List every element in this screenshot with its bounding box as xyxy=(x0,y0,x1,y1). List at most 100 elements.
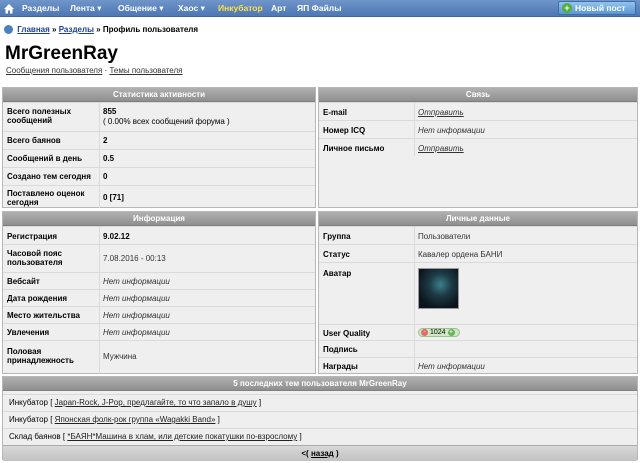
breadcrumb-separator: » xyxy=(96,25,101,34)
plus-icon: + xyxy=(562,3,572,13)
links-separator: · xyxy=(104,66,108,75)
stat-value: 0.5 xyxy=(103,154,115,163)
personal-label: Подпись xyxy=(323,345,358,354)
info-row: Половая принадлежность Мужчина xyxy=(3,340,315,374)
bracket: [ xyxy=(48,398,55,407)
stat-label: Создано тем сегодня xyxy=(7,172,91,181)
personal-label: Аватар xyxy=(323,269,352,278)
stat-row: Поставлено оценок сегодня 0 [71] xyxy=(3,185,315,208)
info-value: Нет информации xyxy=(103,328,170,337)
stat-row: Создано тем сегодня 0 xyxy=(3,167,315,185)
info-label: Место жительства xyxy=(7,311,80,320)
back-prefix: <( xyxy=(301,449,311,458)
nav-item-files[interactable]: ЯП Файлы xyxy=(297,0,341,17)
info-label: Вебсайт xyxy=(7,277,40,286)
personal-row: Аватар xyxy=(319,262,637,324)
home-icon[interactable] xyxy=(3,3,15,14)
info-row: Увлечения Нет информации xyxy=(3,323,315,340)
avatar xyxy=(418,268,459,309)
topic-section: Инкубатор xyxy=(9,415,48,424)
topic-section: Склад баянов xyxy=(9,432,61,441)
bracket: ] xyxy=(297,432,302,441)
back-bar: <( назад ) xyxy=(3,445,637,461)
back-suffix: ) xyxy=(333,449,339,458)
stat-label: Сообщений в день xyxy=(7,154,82,163)
info-value: 7.08.2016 - 00:13 xyxy=(103,254,166,263)
personal-label: Группа xyxy=(323,232,351,241)
stat-value: 0 [71] xyxy=(103,193,124,202)
info-row: Вебсайт Нет информации xyxy=(3,272,315,289)
top-navigation-bar: Разделы Лента ▾ Общение ▾ Хаос ▾ Инкубат… xyxy=(0,0,640,17)
info-row: Дата рождения Нет информации xyxy=(3,289,315,306)
info-value: Нет информации xyxy=(103,277,170,286)
nav-item-incubator[interactable]: Инкубатор xyxy=(218,0,263,17)
user-quality-value: 1024 xyxy=(430,329,446,336)
stat-row: Всего полезных сообщений 855 ( 0.00% все… xyxy=(3,102,315,131)
list-item: Склад баянов [ *БАЯН*Машина в хлам, или … xyxy=(3,428,637,445)
user-quality-badge: -1024 + xyxy=(418,328,460,337)
contact-panel: Связь E-mail Отправить Номер ICQ Нет инф… xyxy=(318,87,638,208)
rate-up-button[interactable]: + xyxy=(447,329,455,336)
personal-label: Статус xyxy=(323,250,350,259)
nav-item-sections[interactable]: Разделы xyxy=(22,0,59,17)
send-email-link[interactable]: Отправить xyxy=(418,108,464,117)
info-row: Место жительства Нет информации xyxy=(3,306,315,323)
info-label: Дата рождения xyxy=(7,294,68,303)
stat-label: Поставлено оценок сегодня xyxy=(7,189,85,207)
profile-links: Сообщения пользователя · Темы пользовате… xyxy=(6,66,182,75)
contact-row: E-mail Отправить xyxy=(319,102,637,120)
info-value: Нет информации xyxy=(103,294,170,303)
info-label: Половая принадлежность xyxy=(7,347,74,365)
contact-panel-title: Связь xyxy=(319,88,637,102)
user-posts-link[interactable]: Сообщения пользователя xyxy=(6,66,102,75)
rate-down-button[interactable]: - xyxy=(421,329,428,336)
nav-item-chaos[interactable]: Хаос ▾ xyxy=(178,0,205,17)
info-label: Часовой пояс пользователя xyxy=(7,249,63,267)
personal-panel: Личные данные Группа Пользователи Статус… xyxy=(318,211,638,374)
user-topics-link[interactable]: Темы пользователя xyxy=(109,66,182,75)
last-topics-panel: 5 последних тем пользователя MrGreenRay … xyxy=(2,376,638,461)
info-value: Мужчина xyxy=(103,352,137,361)
stat-row: Сообщений в день 0.5 xyxy=(3,149,315,167)
breadcrumb-home-link[interactable]: Главная xyxy=(17,25,50,34)
info-label: Регистрация xyxy=(7,232,58,241)
topic-section: Инкубатор xyxy=(9,398,48,407)
contact-label: Номер ICQ xyxy=(323,126,366,135)
topic-link[interactable]: *БАЯН*Машина в хлам, или детские покатуш… xyxy=(67,432,297,441)
new-post-label: Новый пост xyxy=(575,3,626,13)
nav-item-feed[interactable]: Лента ▾ xyxy=(70,0,101,17)
contact-row: Номер ICQ Нет информации xyxy=(319,120,637,138)
activity-panel: Статистика активности Всего полезных соо… xyxy=(2,87,316,208)
bracket: ] xyxy=(215,415,220,424)
personal-label: Награды xyxy=(323,362,358,371)
stat-label: Всего полезных сообщений xyxy=(7,107,72,125)
bracket: [ xyxy=(48,415,55,424)
personal-row: User Quality -1024 + xyxy=(319,324,637,340)
info-label: Увлечения xyxy=(7,328,50,337)
info-row: Регистрация 9.02.12 xyxy=(3,226,315,244)
activity-panel-title: Статистика активности xyxy=(3,88,315,102)
personal-row: Группа Пользователи xyxy=(319,226,637,244)
nav-item-social[interactable]: Общение ▾ xyxy=(118,0,163,17)
contact-row: Личное письмо Отправить xyxy=(319,138,637,156)
personal-panel-title: Личные данные xyxy=(319,212,637,226)
topic-link[interactable]: Японская фолк-рок группа «Wagakki Band» xyxy=(55,415,216,424)
list-item: Инкубатор [ Japan-Rock, J-Pop, предлагай… xyxy=(3,394,637,411)
page-title: MrGreenRay xyxy=(5,43,118,64)
breadcrumb-separator: » xyxy=(52,25,57,34)
breadcrumb: Главная » Разделы » Профиль пользователя xyxy=(4,25,198,37)
contact-value: Нет информации xyxy=(418,126,485,135)
personal-row: Подпись xyxy=(319,340,637,357)
bracket: ] xyxy=(256,398,262,407)
send-message-link[interactable]: Отправить xyxy=(418,144,464,153)
back-link[interactable]: назад xyxy=(311,449,334,458)
topic-link[interactable]: Japan-Rock, J-Pop, предлагайте, то что з… xyxy=(55,398,257,407)
breadcrumb-current: Профиль пользователя xyxy=(102,25,199,34)
last-topics-title: 5 последних тем пользователя MrGreenRay xyxy=(3,377,637,391)
new-post-button[interactable]: + Новый пост xyxy=(558,1,636,15)
breadcrumb-sections-link[interactable]: Разделы xyxy=(59,25,94,34)
stat-label: Всего баянов xyxy=(7,136,61,145)
stat-value: 2 xyxy=(103,136,108,145)
nav-item-art[interactable]: Арт xyxy=(271,0,286,17)
stat-subvalue: ( 0.00% всех сообщений форума ) xyxy=(103,117,230,126)
